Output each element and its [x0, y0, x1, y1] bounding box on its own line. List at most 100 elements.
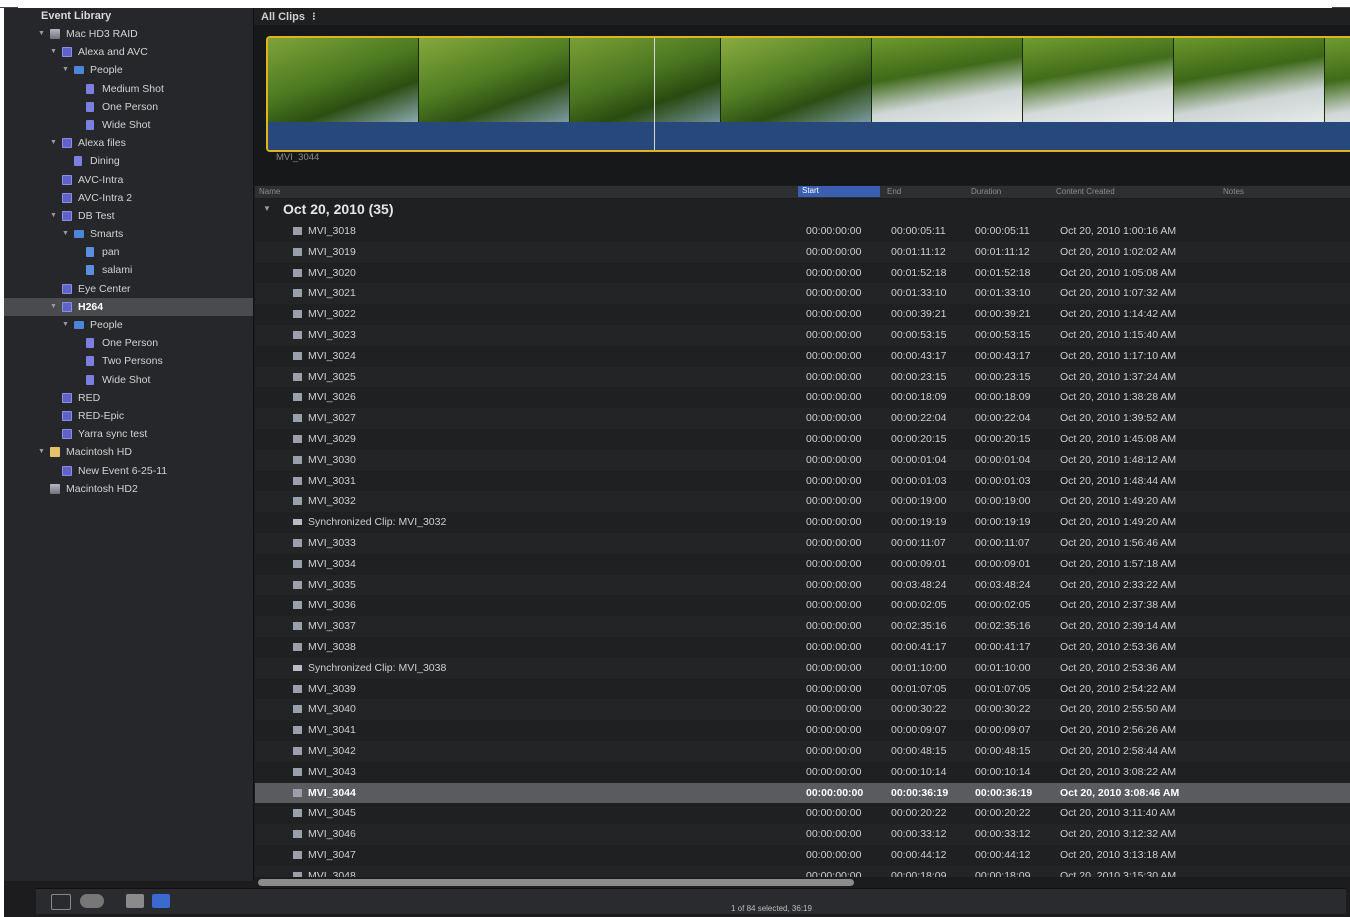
sidebar-item[interactable]: Eye Center [4, 280, 253, 298]
disclosure-triangle-icon[interactable]: ▼ [62, 225, 69, 243]
disclosure-triangle-icon[interactable]: ▼ [38, 25, 45, 43]
table-row[interactable]: MVI_3022 00:00:00:00 00:00:39:21 00:00:39:2… [255, 304, 1350, 325]
synchronized-clip-icon [293, 519, 302, 526]
sidebar-item[interactable]: Yarra sync test [4, 425, 253, 443]
sidebar-item[interactable]: ▼ Alexa and AVC [4, 43, 253, 61]
content-created-cell: Oct 20, 2010 1:39:52 AM [1060, 412, 1177, 425]
sidebar-item[interactable]: Wide Shot [4, 371, 253, 389]
disclosure-triangle-icon[interactable]: ▼ [50, 298, 57, 316]
disclosure-triangle-icon[interactable]: ▼ [62, 61, 69, 79]
sidebar-item[interactable]: salami [4, 261, 253, 279]
sidebar-item[interactable]: One Person [4, 98, 253, 116]
disclosure-triangle-icon[interactable]: ▼ [38, 443, 45, 461]
sidebar-item[interactable]: ▼ DB Test [4, 207, 253, 225]
table-row[interactable]: MVI_3044 00:00:00:00 00:00:36:19 00:00:36:1… [255, 782, 1350, 804]
clip-name-cell: Synchronized Clip: MVI_3038 [308, 661, 447, 674]
table-row[interactable]: MVI_3045 00:00:00:00 00:00:20:22 00:00:20:2… [255, 803, 1350, 824]
sidebar-item[interactable]: ▼ Mac HD3 RAID [4, 25, 253, 43]
sidebar-item[interactable]: pan [4, 243, 253, 261]
table-row[interactable]: MVI_3035 00:00:00:00 00:03:48:24 00:03:48:2… [255, 574, 1350, 596]
table-row[interactable]: MVI_3021 00:00:00:00 00:01:33:10 00:01:33:1… [255, 283, 1350, 305]
column-header-notes[interactable]: Notes [1223, 187, 1244, 196]
table-row[interactable]: MVI_3030 00:00:00:00 00:00:01:04 00:00:01:0… [255, 449, 1350, 471]
table-row[interactable]: MVI_3034 00:00:00:00 00:00:09:01 00:00:09:0… [255, 554, 1350, 575]
sidebar-item[interactable]: Wide Shot [4, 116, 253, 134]
content-created-cell: Oct 20, 2010 1:14:42 AM [1060, 308, 1177, 321]
clip-filmstrip[interactable] [266, 36, 1350, 152]
sidebar-item[interactable]: RED [4, 389, 253, 407]
table-row[interactable]: MVI_3031 00:00:00:00 00:00:01:03 00:00:01:0… [255, 471, 1350, 492]
start-cell: 00:00:00:00 [806, 849, 862, 861]
table-row[interactable]: Synchronized Clip: MVI_3032 00:00:00:00 00… [255, 512, 1350, 533]
filmstrip-view-button[interactable] [126, 894, 144, 908]
sidebar-item[interactable]: Medium Shot [4, 80, 253, 98]
event-icon [62, 301, 72, 312]
table-row[interactable]: MVI_3048 00:00:00:00 00:00:18:09 00:00:18:0… [255, 865, 1350, 877]
sidebar-item[interactable]: AVC-Intra [4, 171, 253, 189]
table-row[interactable]: MVI_3019 00:00:00:00 00:01:11:12 00:01:11:1… [255, 241, 1350, 263]
sidebar-item[interactable]: New Event 6-25-11 [4, 462, 253, 480]
table-row[interactable]: MVI_3018 00:00:00:00 00:00:05:11 00:00:05:1… [255, 221, 1350, 242]
table-row[interactable]: MVI_3020 00:00:00:00 00:01:52:18 00:01:52:1… [255, 263, 1350, 284]
end-cell: 00:00:20:22 [891, 807, 947, 820]
table-row[interactable]: MVI_3042 00:00:00:00 00:00:48:15 00:00:48:1… [255, 741, 1350, 762]
column-header-name[interactable]: Name [259, 187, 280, 196]
disclosure-triangle-icon[interactable]: ▼ [263, 204, 271, 213]
skimmer-playhead[interactable] [654, 38, 655, 150]
event-library-toggle-button[interactable] [51, 894, 71, 910]
disclosure-triangle-icon[interactable]: ▼ [62, 316, 69, 334]
sidebar-item[interactable]: ▼ People [4, 61, 253, 79]
horizontal-scrollbar[interactable] [258, 879, 854, 886]
table-row[interactable]: MVI_3039 00:00:00:00 00:01:07:05 00:01:07:0… [255, 679, 1350, 700]
end-cell: 00:01:10:00 [891, 661, 947, 674]
clip-name-cell: MVI_3033 [308, 537, 356, 549]
clip-icon [293, 247, 302, 256]
sidebar-item[interactable]: RED-Epic [4, 407, 253, 425]
table-row[interactable]: MVI_3040 00:00:00:00 00:00:30:22 00:00:30:2… [255, 699, 1350, 721]
sidebar-item[interactable]: Macintosh HD2 [4, 480, 253, 498]
all-clips-filter[interactable]: All Clips ⁝ [261, 10, 316, 23]
sidebar-item[interactable]: ▼ People [4, 316, 253, 334]
list-view-button[interactable] [152, 894, 170, 908]
date-group-row[interactable]: ▼ Oct 20, 2010 (35) [255, 199, 1350, 220]
column-header-duration[interactable]: Duration [971, 187, 1001, 196]
clip-icon [293, 601, 302, 610]
table-row[interactable]: MVI_3032 00:00:00:00 00:00:19:00 00:00:19:0… [255, 491, 1350, 513]
sidebar-item[interactable]: Dining [4, 152, 253, 170]
action-gear-icon[interactable] [80, 894, 104, 908]
sidebar-item[interactable]: Two Persons [4, 352, 253, 370]
table-row[interactable]: MVI_3024 00:00:00:00 00:00:43:17 00:00:43:1… [255, 346, 1350, 367]
table-row[interactable]: MVI_3041 00:00:00:00 00:00:09:07 00:00:09:0… [255, 720, 1350, 741]
table-row[interactable]: MVI_3023 00:00:00:00 00:00:53:15 00:00:53:1… [255, 325, 1350, 346]
column-header-content-created[interactable]: Content Created [1056, 187, 1115, 196]
folder-icon [74, 230, 84, 239]
column-header-start[interactable]: Start [798, 186, 880, 197]
clip-icon [293, 788, 302, 797]
table-row[interactable]: MVI_3037 00:00:00:00 00:02:35:16 00:02:35:1… [255, 616, 1350, 637]
table-row[interactable]: MVI_3038 00:00:00:00 00:00:41:17 00:00:41:1… [255, 637, 1350, 658]
sidebar-item[interactable]: ▼ H264 [4, 297, 253, 316]
clip-name-cell: MVI_3021 [308, 287, 356, 300]
sidebar-item[interactable]: One Person [4, 334, 253, 352]
sidebar-item[interactable]: ▼ Macintosh HD [4, 443, 253, 461]
table-row[interactable]: MVI_3036 00:00:00:00 00:00:02:05 00:00:02:0… [255, 595, 1350, 616]
table-row[interactable]: MVI_3027 00:00:00:00 00:00:22:04 00:00:22:0… [255, 408, 1350, 429]
sidebar-item-label: Smarts [90, 228, 124, 241]
table-row[interactable]: Synchronized Clip: MVI_3038 00:00:00:00 00… [255, 657, 1350, 679]
table-row[interactable]: MVI_3046 00:00:00:00 00:00:33:12 00:00:33:1… [255, 824, 1350, 845]
table-row[interactable]: MVI_3043 00:00:00:00 00:00:10:14 00:00:10:1… [255, 762, 1350, 783]
table-row[interactable]: MVI_3033 00:00:00:00 00:00:11:07 00:00:11:0… [255, 533, 1350, 554]
column-header-end[interactable]: End [887, 187, 901, 196]
sidebar-item[interactable]: AVC-Intra 2 [4, 189, 253, 207]
sidebar-item[interactable]: ▼ Smarts [4, 225, 253, 243]
content-created-cell: Oct 20, 2010 2:33:22 AM [1060, 578, 1177, 591]
table-row[interactable]: MVI_3047 00:00:00:00 00:00:44:12 00:00:44:1… [255, 845, 1350, 866]
event-icon [62, 192, 72, 203]
disclosure-triangle-icon[interactable]: ▼ [50, 134, 57, 152]
sidebar-item[interactable]: ▼ Alexa files [4, 134, 253, 152]
table-row[interactable]: MVI_3029 00:00:00:00 00:00:20:15 00:00:20:1… [255, 429, 1350, 450]
disclosure-triangle-icon[interactable]: ▼ [50, 43, 57, 61]
table-row[interactable]: MVI_3025 00:00:00:00 00:00:23:15 00:00:23:1… [255, 366, 1350, 388]
table-row[interactable]: MVI_3026 00:00:00:00 00:00:18:09 00:00:18:0… [255, 387, 1350, 408]
disclosure-triangle-icon[interactable]: ▼ [50, 207, 57, 225]
